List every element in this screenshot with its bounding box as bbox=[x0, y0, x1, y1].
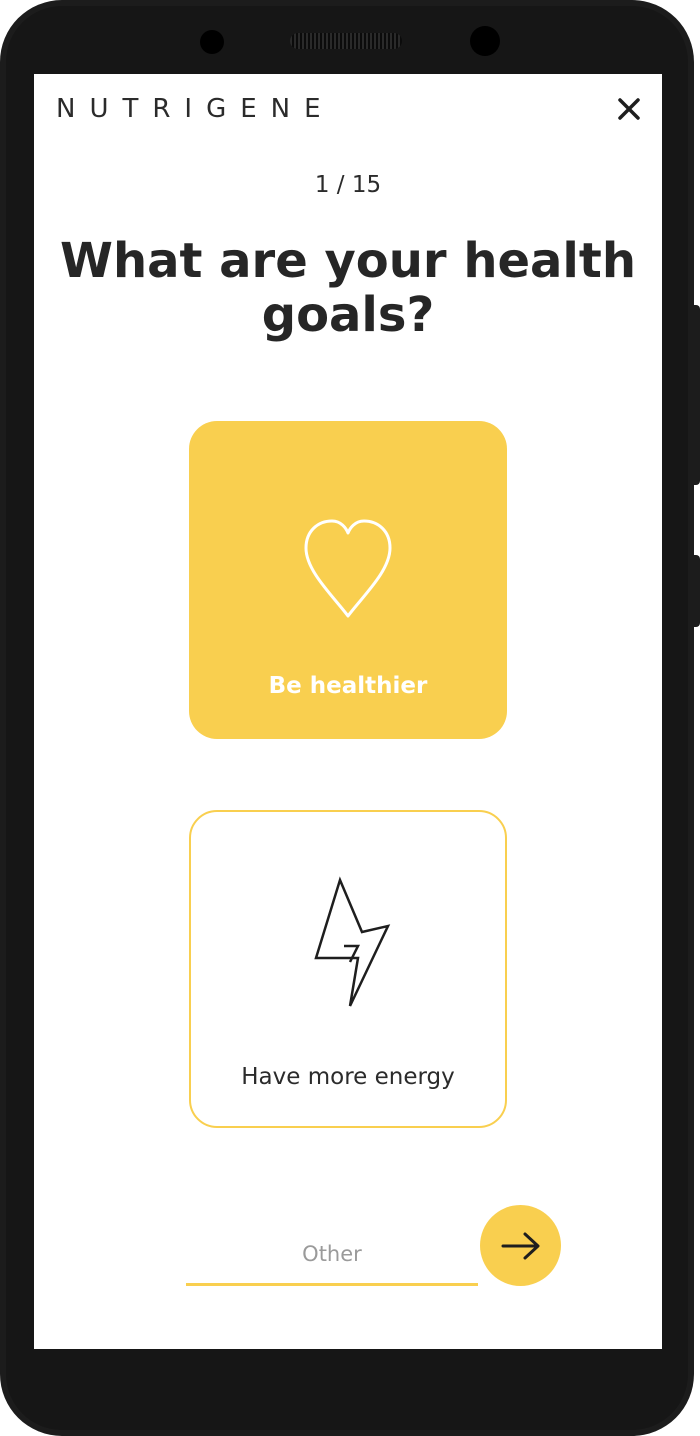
option-card-have-more-energy[interactable]: Have more energy bbox=[189, 810, 507, 1128]
brand-logo: NUTRIGENE bbox=[56, 94, 335, 124]
option-label: Have more energy bbox=[241, 1064, 455, 1090]
option-label: Be healthier bbox=[268, 673, 428, 699]
front-sensor-icon bbox=[470, 26, 500, 56]
earpiece-speaker bbox=[290, 33, 402, 49]
lightning-icon bbox=[314, 876, 391, 1007]
app-screen: NUTRIGENE 1 / 15 What are your health go… bbox=[34, 74, 662, 1349]
front-camera-icon bbox=[200, 30, 224, 54]
heart-icon bbox=[304, 519, 392, 618]
option-card-be-healthier[interactable]: Be healthier bbox=[189, 421, 507, 739]
step-counter: 1 / 15 bbox=[314, 172, 382, 198]
question-title: What are your health goals? bbox=[60, 233, 636, 343]
next-button[interactable] bbox=[480, 1205, 561, 1286]
arrow-right-icon bbox=[501, 1232, 540, 1260]
close-icon[interactable] bbox=[614, 94, 644, 124]
power-button bbox=[694, 555, 700, 627]
phone-frame: NUTRIGENE 1 / 15 What are your health go… bbox=[0, 0, 694, 1436]
volume-button bbox=[694, 305, 700, 485]
other-goal-input[interactable] bbox=[186, 1224, 478, 1286]
